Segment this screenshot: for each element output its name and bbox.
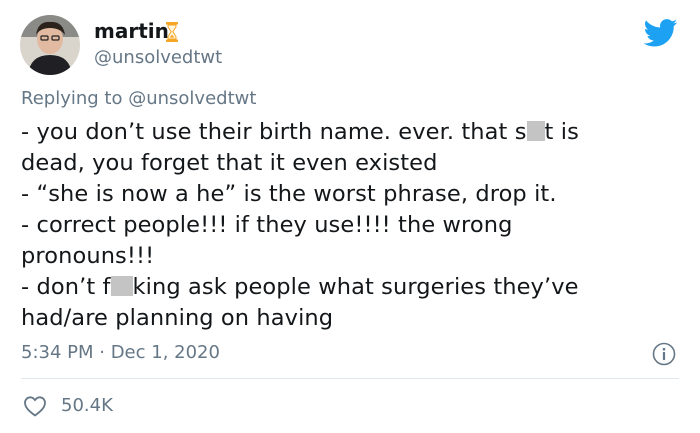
tweet-card: martin @unsolvedtwt Replying to @unsolve… xyxy=(0,0,700,433)
author-display-name[interactable]: martin xyxy=(94,18,169,44)
author-handle[interactable]: @unsolvedtwt xyxy=(94,47,222,69)
tweet-line: pronouns!!! xyxy=(21,243,155,269)
reply-mention-link[interactable]: @unsolvedtwt xyxy=(128,88,256,109)
tweet-line: had/are planning on having xyxy=(21,305,334,331)
twitter-logo-icon[interactable] xyxy=(644,19,678,47)
censor-block xyxy=(110,276,133,296)
tweet-text-segment: t is xyxy=(544,119,579,145)
tweet-text-segment: - don’t f xyxy=(21,274,111,300)
tweet-line: - correct people!!! if they use!!!! the … xyxy=(21,212,513,238)
divider xyxy=(21,378,679,379)
tweet-line: - don’t f king ask people what surgeries … xyxy=(21,272,686,303)
tweet-line: - you don’t use their birth name. ever. … xyxy=(21,117,686,148)
avatar[interactable] xyxy=(20,15,80,75)
reply-context: Replying to @unsolvedtwt xyxy=(21,88,256,110)
tweet-line: - “she is now a he” is the worst phrase,… xyxy=(21,181,557,207)
tweet-text-segment: - you don’t use their birth name. ever. … xyxy=(21,119,527,145)
user-photo-icon xyxy=(20,15,80,75)
tweet-timestamp[interactable]: 5:34 PM · Dec 1, 2020 xyxy=(21,341,220,365)
hourglass-icon xyxy=(166,22,178,42)
censor-block xyxy=(526,121,545,141)
reply-prefix: Replying to xyxy=(21,88,123,109)
like-count[interactable]: 50.4K xyxy=(61,394,113,418)
tweet-line: dead, you forget that it even existed xyxy=(21,150,438,176)
info-icon[interactable] xyxy=(652,342,676,366)
heart-icon[interactable] xyxy=(23,395,47,417)
tweet-text: - you don’t use their birth name. ever. … xyxy=(21,117,686,334)
tweet-text-segment: king ask people what surgeries they’ve xyxy=(132,274,579,300)
